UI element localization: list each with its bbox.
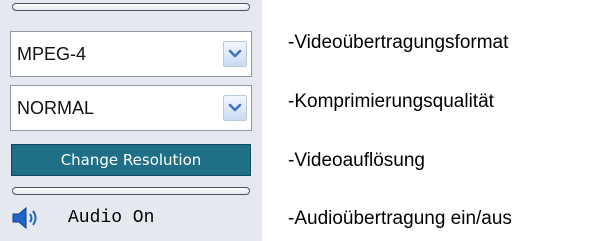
quality-value: NORMAL	[17, 98, 95, 118]
quality-dropdown-button[interactable]	[223, 95, 247, 121]
video-control-panel: MPEG-4 NORMAL Change Resolution Audio On	[0, 0, 262, 241]
audio-description: -Audioübertragung ein/aus	[288, 208, 512, 229]
speaker-icon	[12, 206, 37, 230]
audio-status-label: Audio On	[68, 208, 155, 228]
chevron-down-icon	[228, 49, 242, 58]
format-description: -Videoübertragungsformat	[288, 32, 509, 53]
quality-description: -Komprimierungsqualität	[288, 91, 494, 112]
video-format-value: MPEG-4	[17, 44, 87, 64]
video-format-dropdown-button[interactable]	[223, 41, 247, 67]
top-slider-rail[interactable]	[12, 3, 250, 11]
chevron-down-icon	[228, 103, 242, 112]
quality-select[interactable]: NORMAL	[10, 85, 252, 131]
divider-slider-rail[interactable]	[12, 187, 250, 195]
audio-toggle[interactable]: Audio On	[10, 200, 252, 236]
change-resolution-button[interactable]: Change Resolution	[11, 144, 251, 176]
video-format-select[interactable]: MPEG-4	[10, 31, 252, 77]
resolution-description: -Videoauflösung	[288, 150, 425, 171]
